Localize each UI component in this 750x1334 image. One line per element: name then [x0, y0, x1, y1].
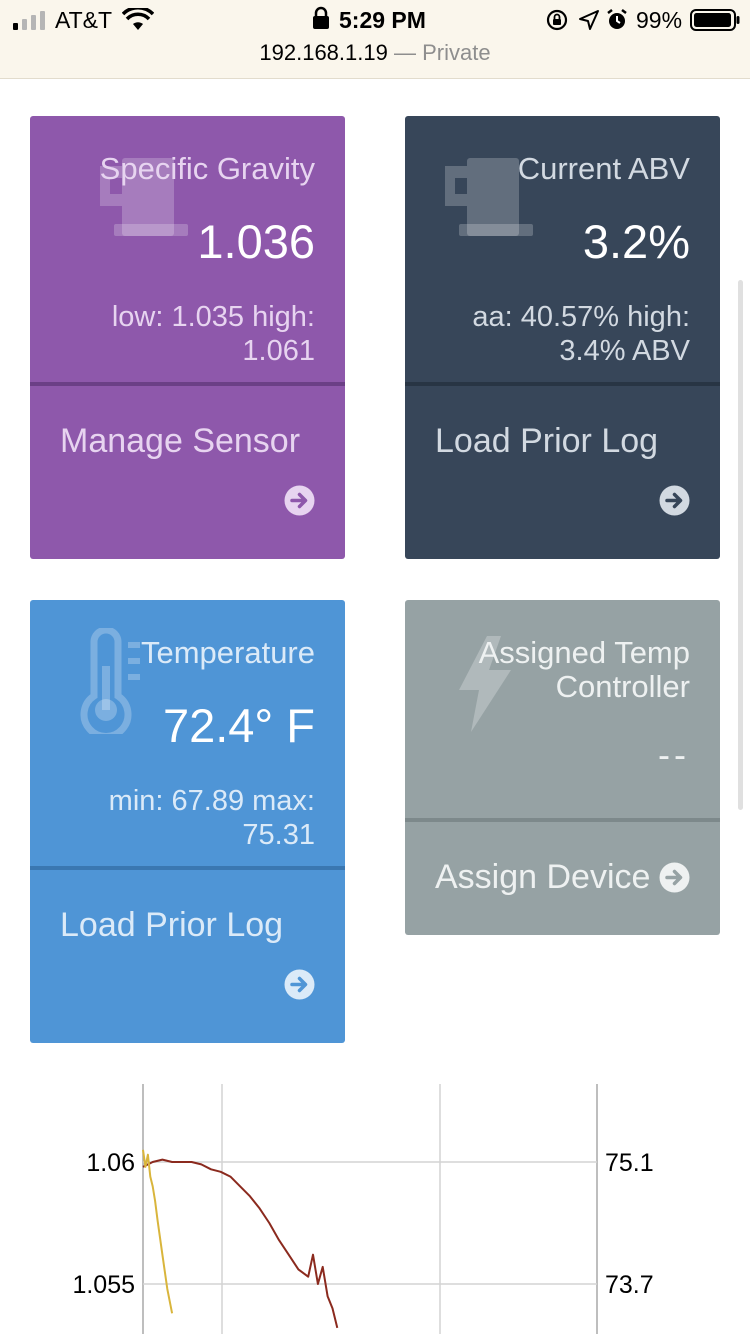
load-prior-log-link[interactable]: Load Prior Log: [435, 422, 658, 461]
current-abv-value: 3.2%: [582, 215, 690, 268]
right-tick-label: 73.7: [605, 1271, 654, 1299]
temperature-tile: Temperature 72.4° F min: 67.89 max: 75.3…: [30, 600, 345, 1043]
tile-divider: [30, 866, 345, 870]
battery-percentage: 99%: [636, 7, 683, 33]
temp-controller-tile: Assigned Temp Controller -- Assign Devic…: [405, 600, 720, 935]
temp-controller-label: Assigned Temp Controller: [478, 635, 690, 704]
temperature-range: min: 67.89 max: 75.31: [108, 785, 315, 851]
alarm-clock-icon: [607, 9, 627, 29]
right-tick-label: 75.1: [605, 1149, 654, 1177]
browser-top-bar: AT&T 5:29 PM 99% 192.168.1.19 — Private: [0, 0, 750, 79]
arrow-right-circle-icon[interactable]: [284, 969, 315, 1000]
status-bar: AT&T 5:29 PM 99%: [0, 0, 750, 40]
url-host: 192.168.1.19: [259, 40, 388, 65]
specific-gravity-tile: Specific Gravity 1.036 low: 1.035 high: …: [30, 116, 345, 559]
arrow-right-circle-icon[interactable]: [284, 485, 315, 516]
current-abv-label: Current ABV: [517, 151, 690, 186]
scrollbar[interactable]: [738, 280, 743, 810]
left-tick-label: 1.055: [72, 1271, 135, 1299]
temperature-label: Temperature: [140, 635, 315, 670]
tile-divider: [405, 818, 720, 822]
specific-gravity-range: low: 1.035 high: 1.061: [111, 301, 315, 367]
temp-controller-value: --: [658, 734, 690, 775]
specific-gravity-value: 1.036: [197, 215, 315, 268]
orientation-lock-icon: [546, 9, 568, 31]
chart-series: [142, 1149, 339, 1329]
lock-icon: [313, 6, 329, 29]
tile-divider: [30, 382, 345, 386]
arrow-right-circle-icon[interactable]: [659, 485, 690, 516]
battery-icon: [690, 9, 740, 31]
assign-device-link[interactable]: Assign Device: [435, 858, 650, 897]
arrow-right-circle-icon[interactable]: [659, 862, 690, 893]
gravity-temperature-chart: 1.06 1.055 75.1 73.7: [72, 1084, 654, 1334]
manage-sensor-link[interactable]: Manage Sensor: [60, 422, 300, 461]
carrier-name: AT&T: [55, 7, 113, 33]
url-bar[interactable]: 192.168.1.19 — Private: [0, 40, 750, 66]
left-tick-label: 1.06: [86, 1149, 135, 1177]
specific-gravity-label: Specific Gravity: [99, 151, 315, 186]
location-arrow-icon: [579, 10, 599, 30]
series-line-0: [142, 1158, 339, 1329]
tile-divider: [405, 382, 720, 386]
private-mode-label: Private: [422, 40, 491, 65]
clock-time: 5:29 PM: [339, 7, 426, 33]
series-line-1: [142, 1149, 174, 1314]
url-separator: —: [393, 40, 416, 65]
temperature-value: 72.4° F: [162, 699, 315, 752]
chart-grid: [142, 1084, 598, 1334]
load-prior-log-link[interactable]: Load Prior Log: [60, 906, 283, 945]
current-abv-tile: Current ABV 3.2% aa: 40.57% high: 3.4% A…: [405, 116, 720, 559]
thermometer-icon: [80, 628, 140, 734]
current-abv-range: aa: 40.57% high: 3.4% ABV: [472, 301, 690, 367]
wifi-icon: [122, 8, 154, 30]
signal-strength-icon: [13, 11, 45, 30]
